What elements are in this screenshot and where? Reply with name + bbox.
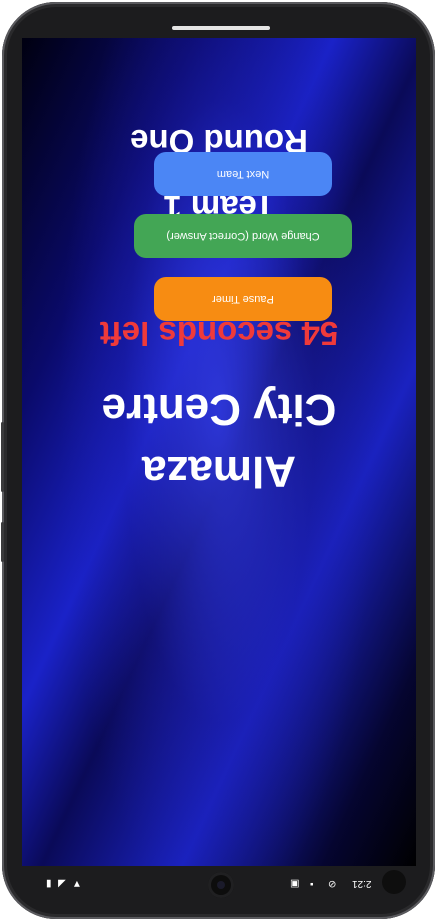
app-content: Round One Team 1 54 seconds left City Ce… bbox=[22, 38, 416, 866]
home-indicator[interactable] bbox=[172, 26, 270, 30]
battery-icon: ▮ bbox=[46, 878, 52, 889]
game-screen: Round One Team 1 54 seconds left City Ce… bbox=[22, 38, 416, 866]
next-team-button[interactable]: Next Team bbox=[154, 152, 332, 196]
sensor-dot bbox=[382, 870, 406, 894]
wifi-icon: ▼ bbox=[72, 878, 82, 889]
front-camera bbox=[208, 872, 234, 898]
change-word-button[interactable]: Change Word (Correct Answer) bbox=[134, 214, 352, 258]
volume-button bbox=[1, 422, 4, 492]
dnd-icon: ⊘ bbox=[328, 878, 337, 889]
signal-icon: ◢ bbox=[58, 878, 66, 889]
power-button bbox=[1, 522, 4, 562]
sim-icon: ▪ bbox=[310, 878, 314, 889]
current-word-line-2: Almaza bbox=[141, 447, 297, 496]
notification-a-icon: ▣ bbox=[290, 878, 300, 889]
pause-timer-button[interactable]: Pause Timer bbox=[154, 277, 332, 321]
camera-lens bbox=[217, 881, 225, 889]
current-word-line-1: City Centre bbox=[101, 385, 337, 434]
clock-text: 2:21 bbox=[352, 878, 372, 889]
